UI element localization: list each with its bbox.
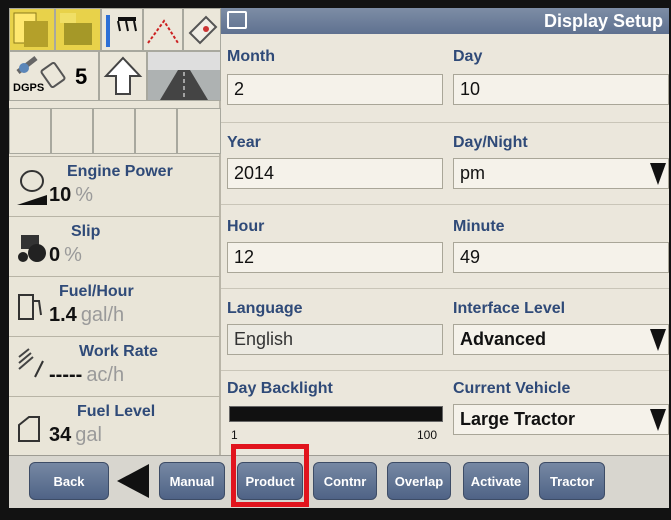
- boom-icon[interactable]: [143, 8, 183, 51]
- gauge-value: 10%: [49, 184, 94, 206]
- card-icon[interactable]: [183, 8, 221, 51]
- road-view-icon[interactable]: [147, 51, 221, 101]
- vehicle-dropdown[interactable]: Large Tractor: [453, 404, 669, 435]
- minute-label: Minute: [453, 218, 505, 235]
- hour-field[interactable]: 12: [227, 242, 443, 273]
- tractor-slip-icon: [18, 235, 46, 262]
- overlap-button[interactable]: Overlap: [387, 462, 451, 500]
- status-panel: DGPS 5 Engine Power 10% Slip 0 % Fuel/Ho…: [9, 8, 221, 455]
- empty-slot[interactable]: [9, 108, 51, 154]
- empty-slot[interactable]: [93, 108, 135, 154]
- display-screen: DGPS 5 Engine Power 10% Slip 0 % Fuel/Ho…: [9, 8, 669, 508]
- gauge-label: Engine Power: [67, 163, 173, 180]
- field-layer-icon[interactable]: [55, 8, 101, 51]
- manual-button[interactable]: Manual: [159, 462, 225, 500]
- gauge-label: Work Rate: [79, 343, 158, 360]
- interface-level-value: Advanced: [460, 329, 547, 349]
- vehicle-value: Large Tractor: [460, 409, 576, 429]
- tractor-button[interactable]: Tractor: [539, 462, 605, 500]
- day-field[interactable]: 10: [453, 74, 669, 105]
- implement-icon[interactable]: [101, 8, 143, 51]
- gauge-label: Slip: [71, 223, 101, 240]
- map-tile-icon[interactable]: [9, 8, 55, 51]
- contnr-button[interactable]: Contnr: [313, 462, 377, 500]
- gps-status: DGPS 5: [9, 51, 99, 101]
- gauge-value: 34 gal: [49, 424, 102, 446]
- fuel-pump-icon: [18, 294, 42, 320]
- gps-label: DGPS: [13, 82, 45, 94]
- gauge-work-rate[interactable]: Work Rate ----- ac/h: [9, 336, 221, 396]
- status-icon-row-1: [9, 8, 221, 51]
- interface-level-dropdown[interactable]: Advanced: [453, 324, 669, 355]
- gauge-value: ----- ac/h: [49, 364, 125, 386]
- page-title: Display Setup: [543, 11, 663, 31]
- hour-label: Hour: [227, 218, 265, 235]
- page-header: Display Setup: [221, 8, 669, 34]
- year-field[interactable]: 2014: [227, 158, 443, 189]
- field-rate-icon: [18, 348, 44, 378]
- backlight-slider[interactable]: [229, 406, 443, 422]
- day-night-value: pm: [460, 163, 486, 183]
- backlight-min: 1: [231, 428, 238, 442]
- gauge-fuel-hour[interactable]: Fuel/Hour 1.4 gal/h: [9, 276, 221, 336]
- arrow-up-icon[interactable]: [99, 51, 147, 101]
- gauge-slip[interactable]: Slip 0%: [9, 216, 221, 276]
- activate-button[interactable]: Activate: [463, 462, 529, 500]
- divider: [221, 288, 669, 289]
- empty-slot[interactable]: [51, 108, 93, 154]
- engine-icon: [17, 170, 47, 205]
- day-night-label: Day/Night: [453, 134, 528, 151]
- divider: [221, 122, 669, 123]
- interface-level-label: Interface Level: [453, 300, 566, 317]
- gauge-label: Fuel/Hour: [59, 283, 134, 300]
- year-label: Year: [227, 134, 261, 151]
- gauge-fuel-level[interactable]: Fuel Level 34 gal: [9, 396, 221, 455]
- divider: [221, 204, 669, 205]
- backlight-max: 100: [417, 428, 438, 442]
- empty-slot[interactable]: [135, 108, 177, 154]
- status-icon-row-3: [9, 108, 221, 154]
- language-field[interactable]: English: [227, 324, 443, 355]
- gauge-label: Fuel Level: [77, 403, 156, 420]
- dropdown-arrow-icon: [650, 163, 666, 185]
- dropdown-arrow-icon: [650, 329, 666, 351]
- month-label: Month: [227, 48, 275, 65]
- month-field[interactable]: 2: [227, 74, 443, 105]
- back-arrow-icon[interactable]: [117, 464, 149, 498]
- softkey-bar: Back Manual Product Contnr Overlap Activ…: [9, 455, 669, 508]
- divider: [221, 370, 669, 371]
- gauge-value: 0%: [49, 244, 82, 266]
- day-label: Day: [453, 48, 483, 65]
- back-button[interactable]: Back: [29, 462, 109, 500]
- empty-slot[interactable]: [177, 108, 221, 154]
- fuel-tank-icon: [18, 416, 40, 442]
- screen-icon: [227, 11, 247, 29]
- signal-count: 5: [75, 64, 88, 89]
- gauge-value: 1.4 gal/h: [49, 304, 125, 326]
- language-label: Language: [227, 300, 303, 317]
- dropdown-arrow-icon: [650, 409, 666, 431]
- vehicle-label: Current Vehicle: [453, 380, 571, 397]
- day-night-dropdown[interactable]: pm: [453, 158, 669, 189]
- gauge-engine-power[interactable]: Engine Power 10%: [9, 156, 221, 216]
- minute-field[interactable]: 49: [453, 242, 669, 273]
- status-icon-row-2: DGPS 5: [9, 51, 221, 101]
- backlight-label: Day Backlight: [227, 380, 333, 397]
- selection-highlight: [231, 444, 309, 507]
